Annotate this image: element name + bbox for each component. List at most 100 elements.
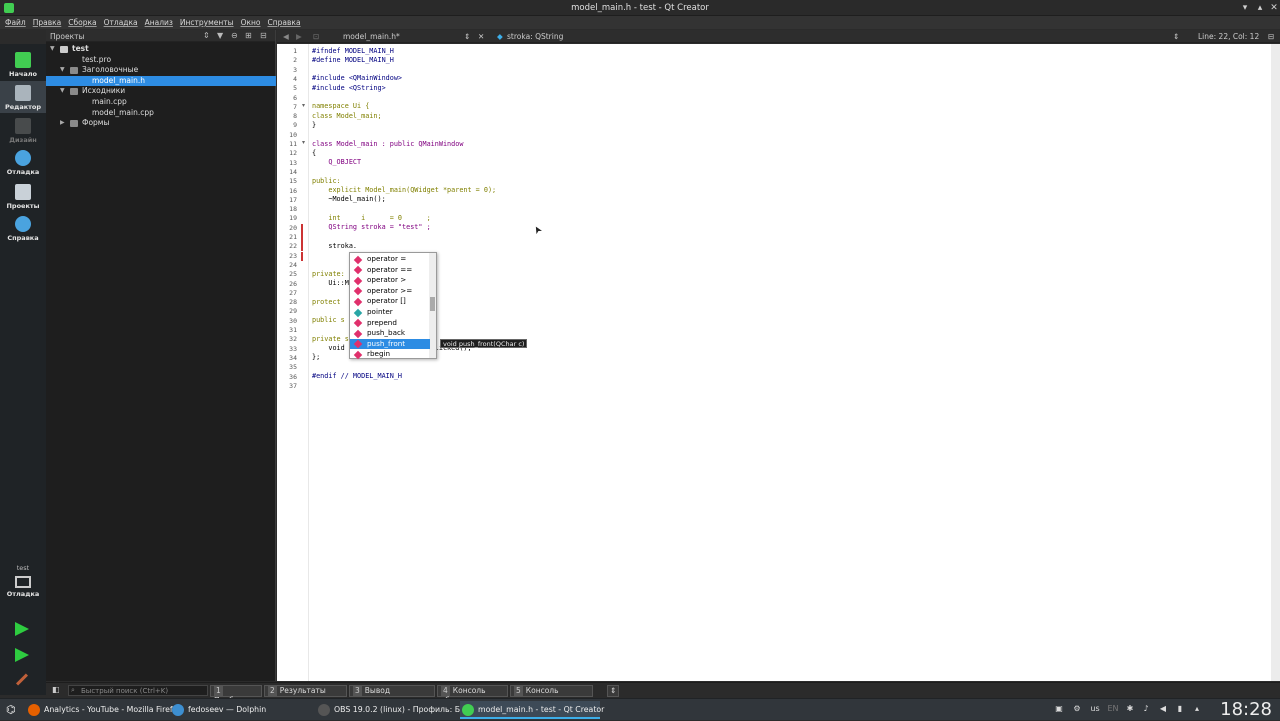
fold-arrow-icon[interactable]: ▾ (302, 102, 305, 109)
menu-item[interactable]: Правка (28, 16, 64, 27)
clipboard-icon[interactable]: ▣ (1054, 704, 1064, 714)
build-icon[interactable] (15, 673, 29, 686)
completion-item[interactable]: rbegin (350, 349, 430, 360)
mode-help[interactable]: Справка (0, 212, 46, 244)
completion-scroll-thumb[interactable] (430, 297, 435, 311)
mode-qt-logo[interactable]: Начало (0, 48, 46, 80)
menu-item[interactable]: Инструменты (175, 16, 236, 27)
minimize-icon[interactable]: ▾ (1240, 3, 1250, 13)
folder-icon (70, 67, 78, 75)
completion-item[interactable]: operator [] (350, 296, 430, 307)
tree-item[interactable]: ▶ Формы (46, 118, 276, 129)
completion-item[interactable]: prepend (350, 318, 430, 329)
menu-item[interactable]: Файл (0, 16, 28, 27)
menu-item[interactable]: Отладка (99, 16, 140, 27)
kit-selector[interactable]: test Отладка (0, 564, 46, 612)
symbol-dropdown-icon[interactable]: ⇕ (1173, 32, 1179, 41)
mode-design[interactable]: Дизайн (0, 114, 46, 146)
completion-item[interactable]: push_back (350, 328, 430, 339)
bluetooth-icon[interactable]: ✱ (1125, 704, 1135, 714)
tree-expand-icon[interactable]: ▼ (60, 86, 65, 97)
editor-icon (15, 85, 31, 101)
menu-bar: Файл Правка Сборка Отладка Анализ Инструменты… (0, 16, 1280, 29)
keyboard-layout[interactable]: us (1088, 704, 1102, 714)
taskbar-task[interactable]: fedoseev — Dolphin (170, 701, 310, 719)
editor-vertical-scrollbar[interactable] (1271, 44, 1280, 681)
forward-icon[interactable]: ▶ (296, 32, 302, 41)
output-tab[interactable]: 4Консоль сборки (437, 685, 508, 705)
current-symbol[interactable]: stroka: QString (507, 32, 563, 41)
app-launcher-icon[interactable]: ⌬ (6, 703, 16, 716)
quick-search-input[interactable]: Быстрый поиск (Ctrl+K) (68, 685, 208, 696)
network-icon[interactable]: ⚙ (1072, 704, 1082, 714)
volume-icon[interactable]: ◀ (1158, 704, 1168, 714)
taskbar-task[interactable]: OBS 19.0.2 (linux) - Профиль: Бе... (316, 701, 472, 719)
completion-popup[interactable]: operator = operator == operator > operator … (349, 252, 437, 360)
close-icon[interactable]: ✕ (1269, 3, 1279, 13)
file-dropdown-icon[interactable]: ⇕ (464, 32, 470, 41)
mode-debug[interactable]: Отладка (0, 146, 46, 178)
monitor-icon (15, 576, 31, 588)
filter-icon[interactable]: ▼ (217, 31, 223, 40)
completion-scrollbar[interactable] (429, 253, 436, 358)
close-document-icon[interactable]: ✕ (478, 32, 484, 41)
output-tab[interactable]: 2Результаты поиска (264, 685, 347, 705)
completion-item[interactable]: operator > (350, 275, 430, 286)
code-line: public s (312, 316, 345, 325)
tree-item[interactable]: model_main.cpp (46, 108, 276, 119)
back-icon[interactable]: ◀ (283, 32, 289, 41)
mode-projects[interactable]: Проекты (0, 180, 46, 212)
tree-item[interactable]: ▼ Заголовочные (46, 65, 276, 76)
fold-arrow-icon[interactable]: ▾ (302, 139, 305, 146)
line-number: 26 (289, 279, 297, 288)
close-panel-icon[interactable]: ⊟ (260, 31, 267, 40)
tree-item-label: test.pro (82, 54, 112, 64)
split-editor-icon[interactable]: ⊟ (1268, 32, 1274, 41)
tree-item[interactable]: main.cpp (46, 97, 276, 108)
debug-run-icon[interactable] (15, 648, 29, 662)
clock[interactable]: 18:28 (1220, 699, 1272, 721)
completion-item[interactable]: operator >= (350, 286, 430, 297)
completion-item[interactable]: pointer (350, 307, 430, 318)
taskbar-task[interactable]: Analytics - YouTube - Mozilla Firef... (26, 701, 180, 719)
code-editor[interactable]: 1 2 3 4 5 6 7 8 9 10 11 12 13 14 15 16 17 18 19 20 21 22 23 24 2… (277, 44, 1271, 681)
menu-item[interactable]: Окно (236, 16, 263, 27)
output-tab[interactable]: 3Вывод приложения (349, 685, 435, 705)
more-panes-icon[interactable]: ⇕ (607, 685, 620, 697)
tree-item[interactable]: model_main.h (46, 75, 276, 87)
tree-item[interactable]: ▼ Исходники (46, 86, 276, 97)
open-file-name[interactable]: model_main.h* (343, 32, 400, 41)
projects-panel-title: Проекты (50, 32, 85, 41)
sort-icon[interactable]: ⇕ (203, 31, 210, 40)
tree-expand-icon[interactable]: ▼ (50, 44, 55, 55)
toggle-sidebar-icon[interactable]: ◧ (52, 685, 60, 694)
output-tab[interactable]: 1Проблемы (210, 685, 262, 705)
mouse-pointer-icon: ➤ (531, 223, 546, 236)
menu-item[interactable]: Анализ (140, 16, 175, 27)
run-icon[interactable] (15, 622, 29, 636)
menu-item[interactable]: Сборка (63, 16, 98, 27)
completion-item[interactable]: push_front (350, 338, 430, 350)
tree-expand-icon[interactable]: ▼ (60, 65, 65, 76)
expand-tray-icon[interactable]: ▴ (1192, 704, 1202, 714)
language-indicator[interactable]: EN (1106, 704, 1120, 714)
link-icon[interactable]: ⊖ (231, 31, 238, 40)
battery-icon[interactable]: ▮ (1175, 704, 1185, 714)
output-tab[interactable]: 5Консоль отладчика (510, 685, 593, 705)
code-line: }; (312, 353, 321, 362)
maximize-icon[interactable]: ▴ (1255, 3, 1265, 13)
code-line: int i = 0 ; (312, 213, 431, 222)
debug-icon (15, 150, 31, 166)
tree-expand-icon[interactable]: ▶ (60, 118, 65, 129)
tree-item[interactable]: test.pro (46, 55, 276, 66)
mode-editor[interactable]: Редактор (0, 81, 46, 113)
menu-item[interactable]: Справка (263, 16, 303, 27)
taskbar-task[interactable]: model_main.h - test - Qt Creator (460, 701, 604, 719)
line-number: 11 (289, 140, 297, 148)
cursor-position[interactable]: Line: 22, Col: 12 (1198, 32, 1259, 41)
completion-item[interactable]: operator == (350, 265, 430, 276)
split-icon[interactable]: ⊞ (245, 31, 252, 40)
completion-item[interactable]: operator = (350, 254, 430, 265)
tree-item[interactable]: ▼ test (46, 44, 276, 55)
notifications-icon[interactable]: ♪ (1141, 704, 1151, 714)
